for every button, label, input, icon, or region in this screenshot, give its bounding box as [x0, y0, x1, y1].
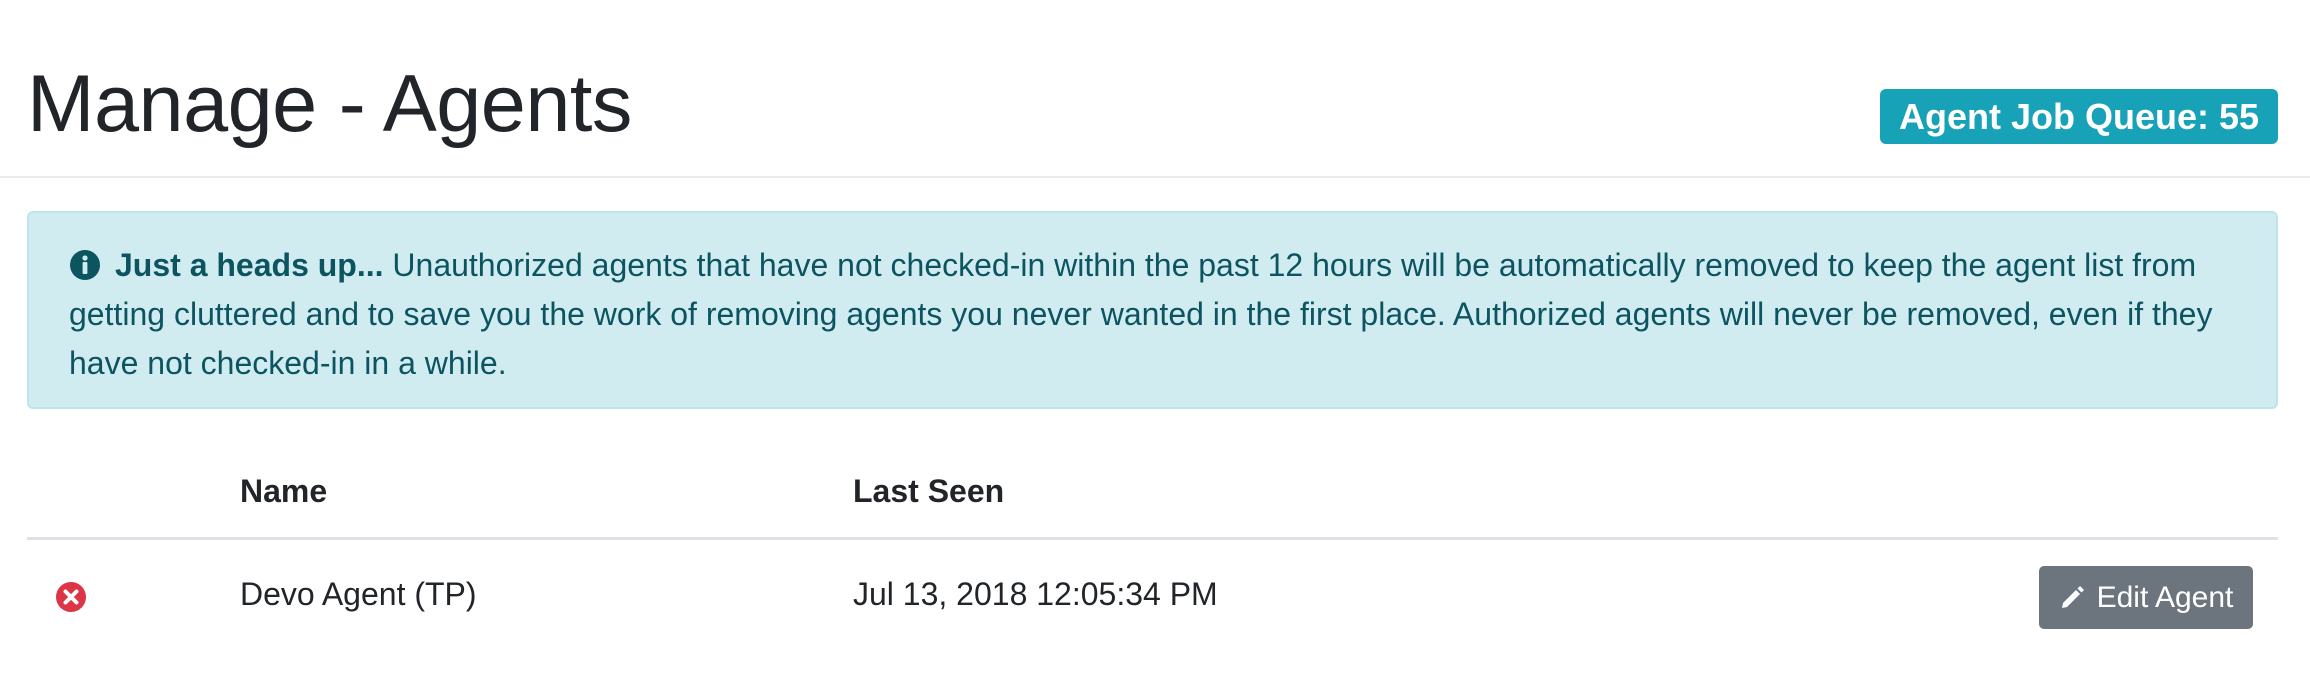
info-circle-icon: [69, 246, 101, 280]
alert-heading: Just a heads up...: [115, 247, 384, 283]
edit-agent-button[interactable]: Edit Agent: [2039, 566, 2253, 629]
agent-job-queue-badge: Agent Job Queue: 55: [1880, 89, 2278, 144]
column-header-name: Name: [240, 473, 328, 509]
alert-text: Just a heads up... Unauthorized agents t…: [69, 241, 2236, 388]
page-header: Manage - Agents Agent Job Queue: 55: [0, 0, 2310, 178]
pencil-icon: [2059, 570, 2087, 608]
page-title: Manage - Agents: [27, 59, 632, 149]
agent-last-seen: Jul 13, 2018 12:05:34 PM: [853, 576, 1218, 612]
agents-page: Manage - Agents Agent Job Queue: 55 Just…: [0, 0, 2310, 688]
agents-table: Name Last Seen Devo Agent (TP) Jul 13, 2…: [27, 452, 2278, 648]
column-header-last-seen: Last Seen: [853, 473, 1005, 509]
table-row: Devo Agent (TP) Jul 13, 2018 12:05:34 PM…: [27, 540, 2278, 648]
table-header: Name Last Seen: [27, 452, 2278, 540]
alert-message: Unauthorized agents that have not checke…: [69, 247, 2213, 381]
times-circle-icon: [55, 581, 87, 613]
info-alert: Just a heads up... Unauthorized agents t…: [27, 211, 2278, 409]
agent-name: Devo Agent (TP): [240, 576, 477, 612]
edit-agent-label: Edit Agent: [2096, 581, 2234, 614]
